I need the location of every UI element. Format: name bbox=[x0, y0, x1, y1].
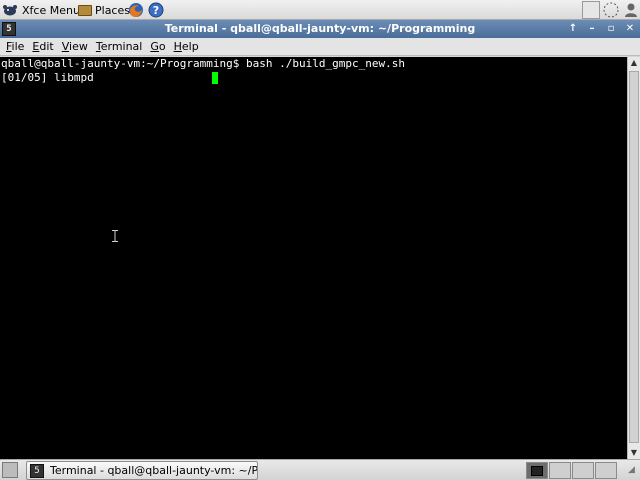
xfce-menu-button[interactable]: Xfce Menu bbox=[2, 0, 80, 20]
menu-edit[interactable]: Edit bbox=[28, 40, 57, 53]
taskbar-terminal-label: Terminal - qball@qball-jaunty-vm: ~/Pro.… bbox=[50, 464, 258, 477]
menu-terminal[interactable]: Terminal bbox=[92, 40, 147, 53]
system-tray bbox=[580, 0, 640, 20]
menu-edit-label: dit bbox=[39, 40, 54, 53]
scroll-thumb[interactable] bbox=[629, 71, 639, 443]
workspace-3[interactable] bbox=[572, 462, 594, 479]
scroll-up-arrow-icon[interactable]: ▲ bbox=[628, 57, 640, 69]
clock-icon[interactable] bbox=[602, 1, 620, 19]
terminal-output-line: [01/05] libmpd bbox=[1, 71, 94, 84]
ibeam-cursor-icon bbox=[112, 230, 118, 242]
menu-help[interactable]: Help bbox=[170, 40, 203, 53]
menu-view-mnemonic: V bbox=[61, 40, 70, 53]
close-button[interactable]: ✕ bbox=[622, 21, 638, 37]
resize-grip-icon[interactable]: ◢ bbox=[628, 465, 638, 475]
window-controls: ↑ – ▫ ✕ bbox=[562, 21, 638, 37]
terminal-prompt-line: qball@qball-jaunty-vm:~/Programming$ bas… bbox=[1, 57, 405, 70]
shade-up-button[interactable]: ↑ bbox=[565, 21, 581, 37]
window-title: Terminal - qball@qball-jaunty-vm: ~/Prog… bbox=[164, 22, 476, 35]
xfce-menu-label: Xfce Menu bbox=[22, 3, 80, 17]
workspace-1-window-thumb bbox=[531, 466, 543, 476]
menu-view[interactable]: View bbox=[58, 40, 92, 53]
help-icon: ? bbox=[148, 2, 164, 18]
menu-help-label: elp bbox=[181, 40, 199, 53]
workspace-4[interactable] bbox=[595, 462, 617, 479]
svg-text:?: ? bbox=[153, 4, 159, 17]
folder-icon bbox=[78, 4, 92, 16]
workspace-1[interactable] bbox=[526, 462, 548, 479]
menu-file[interactable]: File bbox=[2, 40, 28, 53]
menu-terminal-label: erminal bbox=[100, 40, 143, 53]
window-titlebar[interactable]: 5 Terminal - qball@qball-jaunty-vm: ~/Pr… bbox=[0, 20, 640, 38]
terminal-task-icon: 5 bbox=[30, 463, 44, 478]
maximize-button[interactable]: ▫ bbox=[603, 21, 619, 37]
places-button[interactable]: Places bbox=[78, 0, 130, 20]
terminal-scrollbar[interactable]: ▲ ▼ bbox=[627, 57, 640, 459]
menu-go-mnemonic: G bbox=[150, 40, 159, 53]
places-label: Places bbox=[95, 3, 130, 17]
terminal-cursor bbox=[212, 72, 218, 84]
taskbar-terminal-button[interactable]: 5 Terminal - qball@qball-jaunty-vm: ~/Pr… bbox=[26, 461, 258, 480]
help-launcher[interactable]: ? bbox=[148, 0, 164, 20]
notification-icon[interactable] bbox=[582, 1, 600, 19]
menu-go[interactable]: Go bbox=[146, 40, 169, 53]
terminal-output[interactable]: qball@qball-jaunty-vm:~/Programming$ bas… bbox=[0, 57, 627, 459]
bottom-panel: 5 Terminal - qball@qball-jaunty-vm: ~/Pr… bbox=[0, 459, 640, 480]
firefox-launcher[interactable] bbox=[128, 0, 144, 20]
minimize-button[interactable]: – bbox=[584, 21, 600, 37]
user-icon[interactable] bbox=[622, 1, 640, 19]
xfce-mouse-icon bbox=[3, 5, 17, 16]
show-desktop-icon[interactable] bbox=[2, 462, 18, 478]
workspace-pager bbox=[526, 462, 618, 479]
firefox-icon bbox=[129, 3, 143, 17]
menu-go-label: o bbox=[158, 40, 166, 53]
scroll-down-arrow-icon[interactable]: ▼ bbox=[628, 447, 640, 459]
menu-help-mnemonic: H bbox=[173, 40, 182, 53]
menu-view-label: iew bbox=[69, 40, 88, 53]
menu-file-label: ile bbox=[11, 40, 25, 53]
top-panel: Xfce Menu Places ? bbox=[0, 0, 640, 20]
workspace-2[interactable] bbox=[549, 462, 571, 479]
menu-bar: File Edit View Terminal Go Help bbox=[0, 38, 640, 56]
